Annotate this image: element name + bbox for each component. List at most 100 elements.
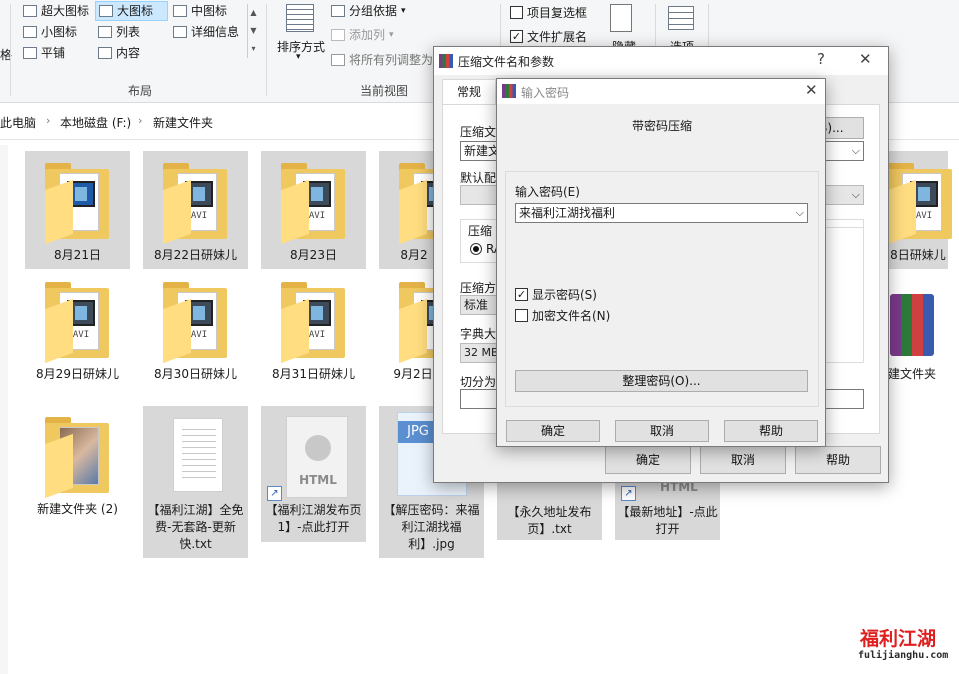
close-icon[interactable]: ✕	[805, 81, 818, 99]
file-name: 【福利江湖发布页1】-点此打开	[265, 503, 362, 534]
password-dialog: 输入密码 ✕ 带密码压缩 输入密码(E) 来福利江湖找福利 ⌵ ✓ 显示密码(S) …	[496, 78, 826, 447]
file-item[interactable]: 【福利江湖】全免费-无套路-更新快.txt	[143, 406, 248, 558]
sort-icon	[286, 4, 314, 32]
chevron-down-icon: ▾	[389, 30, 394, 40]
layout-item-label: 小图标	[41, 25, 78, 39]
file-item[interactable]: AVI 8月23日	[261, 151, 366, 269]
file-item[interactable]: AVI 8月29日研妹儿	[25, 270, 130, 388]
help-button[interactable]: 帮助	[724, 420, 818, 442]
dialog-title-bar[interactable]: 输入密码 ✕	[497, 79, 825, 104]
dialog-title-bar[interactable]: 压缩文件名和参数 ? ✕	[434, 47, 888, 75]
file-item[interactable]: HTML ↗ 【福利江湖发布页1】-点此打开	[261, 406, 366, 542]
layout-item-label: 超大图标	[41, 4, 90, 18]
watermark-url: fulijianghu.com	[858, 650, 949, 661]
watermark-text: 福利江湖	[860, 628, 937, 650]
ok-button[interactable]: 确定	[605, 446, 691, 474]
group-by-label: 分组依据	[349, 4, 398, 18]
view-content[interactable]: 内容	[95, 43, 143, 63]
view-medium-icons[interactable]: 中图标	[170, 1, 230, 21]
item-checkbox-toggle[interactable]: 项目复选框	[510, 4, 587, 21]
fit-columns-label: 将所有列调整为	[349, 53, 434, 67]
view-details[interactable]: 详细信息	[170, 22, 242, 42]
checkbox-checked[interactable]: ✓	[515, 288, 528, 301]
breadcrumb-this-pc[interactable]: 此电脑	[0, 114, 36, 131]
file-item[interactable]: 9月2日	[379, 270, 463, 388]
help-button[interactable]: 帮助	[795, 446, 881, 474]
shortcut-arrow-icon: ↗	[267, 486, 282, 501]
chevron-right-icon[interactable]: ›	[138, 114, 142, 127]
file-item[interactable]: 8月21日	[25, 151, 130, 269]
ok-button[interactable]: 确定	[506, 420, 600, 442]
fit-columns-icon	[331, 54, 345, 66]
small-icons-icon	[23, 26, 37, 38]
chevron-right-icon[interactable]: ›	[46, 114, 50, 127]
file-name: 【永久地址发布页】.txt	[507, 505, 592, 536]
dictionary-label: 字典大	[460, 327, 497, 341]
file-name: 8月31日研妹儿	[272, 367, 355, 381]
cancel-button[interactable]: 取消	[700, 446, 786, 474]
close-icon[interactable]: ✕	[859, 50, 872, 68]
encrypt-names-checkbox[interactable]: 加密文件名(N)	[515, 307, 610, 324]
layout-item-label: 平铺	[41, 46, 66, 60]
encrypt-names-label: 加密文件名(N)	[532, 309, 611, 323]
winrar-icon	[439, 54, 453, 68]
help-icon[interactable]: ?	[817, 50, 825, 68]
file-name: 9月2日	[393, 367, 433, 381]
default-profile-label: 默认配	[460, 171, 497, 185]
winrar-icon	[502, 84, 516, 98]
file-item[interactable]: 新建文件夹 (2)	[25, 405, 130, 523]
file-name: 8月23日	[290, 248, 337, 262]
file-item[interactable]: 建文件夹	[882, 270, 952, 388]
organize-passwords-button[interactable]: 整理密码(O)...	[515, 370, 808, 392]
file-name: 8月22日研妹儿	[154, 248, 237, 262]
file-item[interactable]: AVI 8月30日研妹儿	[143, 270, 248, 388]
group-by-button[interactable]: 分组依据 ▾	[328, 1, 409, 21]
medium-icons-icon	[173, 5, 187, 17]
file-name: 【解压密码：来福利江湖找福利】.jpg	[383, 503, 480, 551]
view-list[interactable]: 列表	[95, 22, 143, 42]
breadcrumb-folder[interactable]: 新建文件夹	[153, 114, 213, 131]
show-password-label: 显示密码(S)	[532, 288, 597, 302]
layout-scroll[interactable]: ▲ ▼ ▾	[247, 4, 259, 58]
photo-folder-icon	[45, 417, 109, 499]
folder-icon	[45, 163, 109, 245]
file-name: 8月29日研妹儿	[36, 367, 119, 381]
file-extension-toggle[interactable]: ✓ 文件扩展名	[510, 28, 587, 45]
file-item[interactable]: 8月2	[379, 151, 463, 269]
dialog-title: 压缩文件名和参数	[458, 55, 555, 69]
checkbox[interactable]	[510, 6, 523, 19]
cancel-button[interactable]: 取消	[615, 420, 709, 442]
tab-general[interactable]: 常规	[442, 79, 496, 105]
add-column-icon	[331, 29, 345, 41]
file-item[interactable]: AVI 8月31日研妹儿	[261, 270, 366, 388]
chevron-down-icon: ▾	[296, 52, 301, 62]
options-icon	[668, 6, 694, 30]
video-folder-icon: AVI	[45, 282, 109, 364]
text-file-icon	[173, 418, 223, 492]
layout-item-label: 列表	[116, 25, 141, 39]
breadcrumb-drive[interactable]: 本地磁盘 (F:)	[60, 114, 131, 131]
content-icon	[98, 47, 112, 59]
chevron-down-icon: ⌵	[851, 188, 860, 201]
view-extra-large-icons[interactable]: 超大图标	[20, 1, 92, 21]
extra-large-icons-icon	[23, 5, 37, 17]
checkbox-checked[interactable]: ✓	[510, 30, 523, 43]
ribbon-separator	[10, 4, 11, 96]
file-name: 8月2	[400, 248, 428, 262]
file-name: 【福利江湖】全免费-无套路-更新快.txt	[147, 503, 244, 551]
password-field[interactable]: 来福利江湖找福利 ⌵	[515, 203, 808, 223]
view-large-icons[interactable]: 大图标	[95, 1, 168, 21]
winrar-archive-icon	[890, 294, 934, 356]
file-item[interactable]: AVI 8日研妹儿	[888, 151, 952, 269]
file-item[interactable]: AVI 8月22日研妹儿	[143, 151, 248, 269]
sort-by-button[interactable]: 排序方式 ▾	[276, 2, 326, 76]
view-small-icons[interactable]: 小图标	[20, 22, 80, 42]
password-label: 输入密码(E)	[515, 185, 580, 199]
checkbox[interactable]	[515, 309, 528, 322]
add-column-button[interactable]: 添加列 ▾	[328, 25, 397, 45]
fit-columns-button[interactable]: 将所有列调整为	[328, 50, 436, 70]
large-icons-icon	[99, 5, 113, 17]
view-tiles[interactable]: 平铺	[20, 43, 68, 63]
show-password-checkbox[interactable]: ✓ 显示密码(S)	[515, 286, 597, 303]
chevron-down-icon[interactable]: ⌵	[796, 204, 804, 222]
